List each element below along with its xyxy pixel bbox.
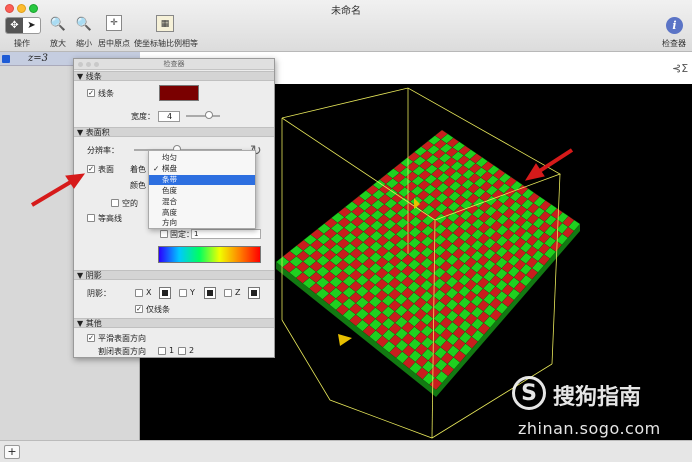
checkerboard-surface	[275, 129, 581, 397]
menu-item-label: 均匀	[162, 153, 177, 162]
menu-item-checkerboard[interactable]: ✓ 棋盘	[149, 164, 255, 174]
cut-2-label: 2	[189, 346, 195, 355]
shadow-z-swatch[interactable]	[248, 287, 260, 299]
width-label: 宽度：	[131, 112, 155, 121]
hollow-checkbox[interactable]	[111, 199, 119, 207]
lines-only-label: 仅线条	[146, 305, 170, 314]
lines-color-swatch[interactable]	[159, 85, 199, 101]
menu-item-label: 色度	[162, 186, 177, 195]
menu-item-label: 高度	[162, 208, 177, 217]
shadow-y-swatch[interactable]	[204, 287, 216, 299]
menu-item-height[interactable]: 高度	[149, 208, 255, 218]
shadow-x-checkbox[interactable]	[135, 289, 143, 297]
shadow-z-checkbox[interactable]	[224, 289, 232, 297]
cut-1-label: 1	[169, 346, 175, 355]
equal-axes-label[interactable]: 使坐标轴比例相等	[134, 38, 198, 49]
menu-item-label: 混合	[162, 197, 177, 206]
inspector-title[interactable]: 检查器	[74, 59, 274, 70]
shadow-label: 阴影：	[87, 289, 111, 298]
width-slider-knob[interactable]	[205, 111, 213, 119]
sigma-icon[interactable]: ⊰Σ	[672, 62, 688, 75]
inspector-label[interactable]: 检查器	[662, 38, 686, 49]
hollow-label: 空的	[122, 199, 138, 208]
center-origin-icon[interactable]: ✛	[106, 15, 122, 31]
shadow-x-swatch[interactable]	[159, 287, 171, 299]
zoom-in-icon[interactable]: 🔍	[49, 15, 67, 33]
rotate-icon[interactable]: ✥	[6, 18, 23, 33]
lines-checkbox[interactable]: ✓	[87, 89, 95, 97]
section-lines-header[interactable]: ▼ 线条	[74, 71, 274, 81]
add-icon[interactable]: +	[4, 445, 20, 459]
center-origin-label[interactable]: 居中原点	[98, 38, 130, 49]
box-edge	[551, 173, 561, 365]
section-surface-title: 表面积	[85, 128, 110, 137]
shading-label: 着色	[130, 165, 146, 174]
cut-label: 割闭表面方向	[98, 347, 146, 356]
watermark-url: zhinan.sogo.com	[518, 419, 661, 438]
width-slider-track[interactable]	[186, 115, 220, 117]
shadow-x-label: X	[146, 288, 152, 297]
contour-checkbox[interactable]	[87, 214, 95, 222]
bottom-bar: +	[0, 440, 692, 462]
checkmark-icon: ✓	[153, 164, 160, 173]
equal-axes-icon[interactable]: ▦	[156, 15, 174, 32]
section-other-title: 其他	[85, 319, 102, 328]
pointer-icon[interactable]: ➤	[23, 18, 40, 33]
menu-item-label: 方向	[162, 218, 177, 227]
watermark-brand: 搜狗指南	[553, 385, 642, 410]
equation-visible-checkbox[interactable]	[2, 55, 10, 63]
zoom-in-label[interactable]: 放大	[50, 38, 66, 49]
surface-checkbox[interactable]: ✓	[87, 165, 95, 173]
menu-item-mix[interactable]: 混合	[149, 197, 255, 207]
equation-text[interactable]: z=3	[28, 53, 48, 64]
contour-label: 等高线	[98, 214, 122, 223]
smooth-checkbox[interactable]: ✓	[87, 334, 95, 342]
menu-item-label: 条带	[162, 175, 177, 184]
width-input[interactable]: 4	[158, 111, 180, 122]
cut-1-checkbox[interactable]	[158, 347, 166, 355]
menu-item-label: 棋盘	[162, 164, 177, 173]
window-titlebar: 未命名 ✥ ➤ 操作 🔍 放大 🔍 缩小 ✛ 居中原点 ▦ 使坐标轴比例相等 i…	[0, 0, 692, 52]
axis-marker	[338, 334, 352, 346]
color-label: 颜色	[130, 181, 146, 190]
menu-item-stripes[interactable]: 条带	[149, 175, 255, 185]
color-gradient-swatch[interactable]	[158, 246, 261, 263]
section-surface-header[interactable]: ▼ 表面积	[74, 127, 274, 137]
surface-label: 表面	[98, 165, 114, 174]
menu-item-hue[interactable]: 色度	[149, 186, 255, 196]
operate-mode-segmented[interactable]: ✥ ➤	[5, 17, 41, 34]
lines-label: 线条	[98, 89, 114, 98]
section-lines-title: 线条	[85, 72, 102, 81]
inspector-icon[interactable]: i	[666, 17, 683, 34]
menu-item-direction[interactable]: 方向	[149, 218, 255, 228]
shading-dropdown-menu: 均匀 ✓ 棋盘 条带 色度 混合 高度 方向	[148, 150, 256, 229]
section-shadow-header[interactable]: ▼ 阴影	[74, 270, 274, 280]
fixed-checkbox[interactable]	[160, 230, 168, 238]
inspector-close-button[interactable]	[78, 62, 83, 67]
menu-item-uniform[interactable]: 均匀	[149, 153, 255, 163]
inspector-zoom-button[interactable]	[94, 62, 99, 67]
cut-2-checkbox[interactable]	[178, 347, 186, 355]
window-title: 未命名	[331, 6, 361, 17]
fixed-input[interactable]: 1	[191, 229, 261, 239]
sogou-logo-icon: S	[512, 376, 546, 410]
zoom-out-icon[interactable]: 🔍	[75, 15, 93, 33]
smooth-label: 平滑表面方向	[98, 334, 146, 343]
section-other-header[interactable]: ▼ 其他	[74, 318, 274, 328]
shadow-y-label: Y	[190, 288, 195, 297]
zoom-out-label[interactable]: 缩小	[76, 38, 92, 49]
shadow-y-checkbox[interactable]	[179, 289, 187, 297]
inspector-minimize-button[interactable]	[86, 62, 91, 67]
operate-label: 操作	[14, 39, 30, 48]
section-shadow-title: 阴影	[85, 271, 102, 280]
resolution-label: 分辨率：	[87, 146, 119, 155]
shadow-z-label: Z	[235, 288, 241, 297]
lines-only-checkbox[interactable]: ✓	[135, 305, 143, 313]
